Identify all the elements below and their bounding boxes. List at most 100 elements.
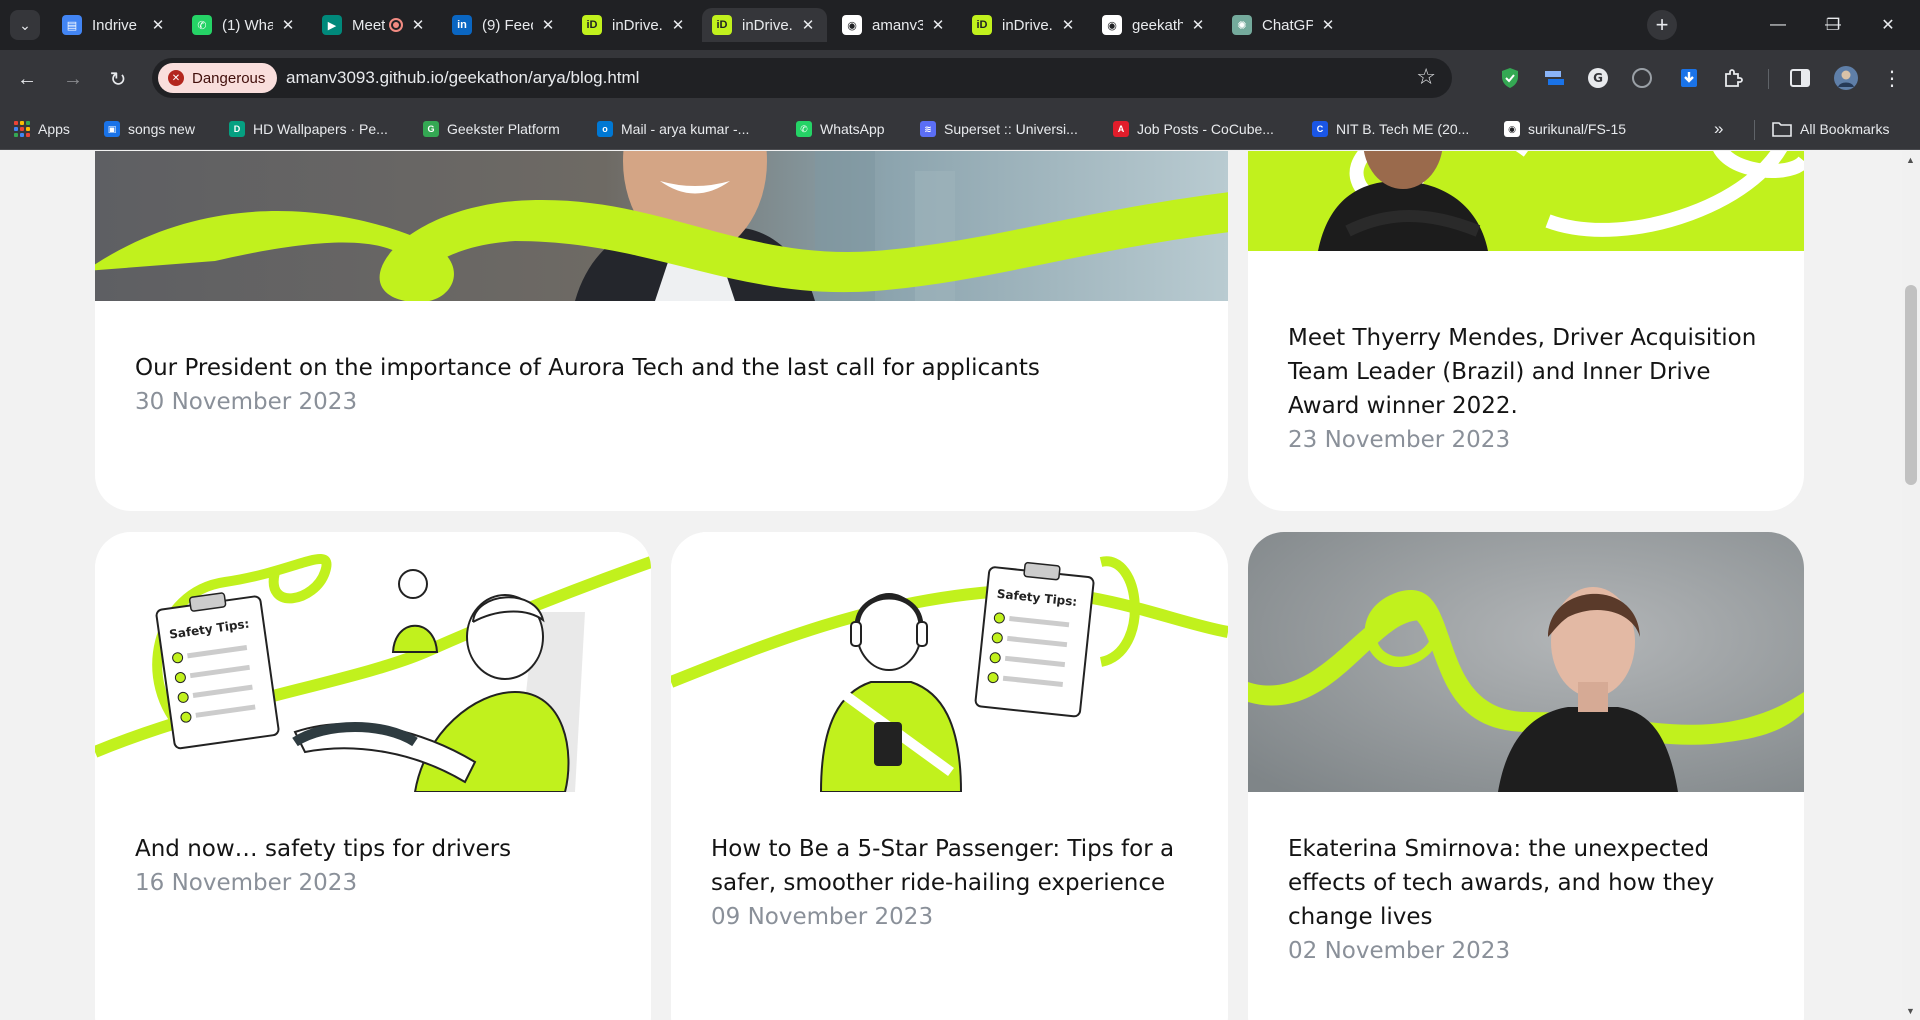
github-icon: ◉ [842, 15, 862, 35]
passenger-safety-illustration: Safety Tips: [671, 532, 1228, 792]
bookmark-label: Apps [38, 121, 70, 137]
tab-10[interactable]: ✺ ChatGPT ✕ [1222, 8, 1347, 42]
blog-title[interactable]: Ekaterina Smirnova: the unexpected effec… [1288, 836, 1714, 930]
bookmark-item[interactable]: C NIT B. Tech ME (20... [1312, 119, 1469, 139]
tab-7[interactable]: ◉ amanv3093 ✕ [832, 8, 957, 42]
tab-close-icon[interactable]: ✕ [1059, 16, 1077, 34]
tab-search-button[interactable]: ⌄ [10, 10, 40, 40]
blog-card-text: Ekaterina Smirnova: the unexpected effec… [1288, 832, 1764, 968]
reload-button[interactable]: ↻ [103, 64, 133, 94]
all-bookmarks-button[interactable]: All Bookmarks [1772, 119, 1889, 139]
forward-button[interactable]: → [58, 64, 88, 94]
blog-card[interactable]: Our President on the importance of Auror… [95, 151, 1228, 511]
tab-close-icon[interactable]: ✕ [1189, 16, 1207, 34]
compass-extension-icon[interactable] [1629, 65, 1655, 91]
tab-3[interactable]: ▶ Meet - ✕ [312, 8, 437, 42]
bookmarks-overflow-button[interactable]: » [1714, 119, 1723, 139]
tab-close-icon[interactable]: ✕ [669, 16, 687, 34]
tab-title: (1) WhatsApp [222, 16, 273, 34]
profile-avatar[interactable] [1833, 65, 1859, 91]
puzzle-extensions-icon[interactable] [1720, 65, 1746, 91]
grammarly-extension-icon[interactable]: G [1585, 65, 1611, 91]
geekster-icon: G [423, 121, 439, 137]
back-button[interactable]: ← [12, 64, 42, 94]
download-icon[interactable] [1676, 65, 1702, 91]
tab-2[interactable]: ✆ (1) WhatsApp ✕ [182, 8, 307, 42]
chegg-c-icon: C [1312, 121, 1328, 137]
bookmark-label: Geekster Platform [447, 121, 560, 137]
security-warning-chip[interactable]: ✕ Dangerous [158, 63, 278, 93]
bookmark-item[interactable]: D HD Wallpapers · Pe... [229, 119, 388, 139]
indrive-icon: iD [972, 15, 992, 35]
tab-title: amanv3093 [872, 16, 923, 34]
address-bar[interactable]: ✕ Dangerous amanv3093.github.io/geekatho… [152, 58, 1452, 98]
bookmark-item[interactable]: G Geekster Platform [423, 119, 560, 139]
bookmark-item[interactable]: ◉ surikunal/FS-15 [1504, 119, 1626, 139]
page-scrollbar[interactable]: ▲ ▼ [1902, 151, 1920, 1020]
tab-close-icon[interactable]: ✕ [1319, 16, 1337, 34]
tab-5[interactable]: iD inDrive. Official ✕ [572, 8, 697, 42]
svg-text:G: G [1593, 71, 1603, 85]
security-label: Dangerous [192, 69, 266, 87]
blog-title[interactable]: And now… safety tips for drivers [135, 836, 511, 862]
wallpapers-bookmark-icon: D [229, 121, 245, 137]
tab-8[interactable]: iD inDrive. Official ✕ [962, 8, 1087, 42]
scroll-down-arrow[interactable]: ▼ [1906, 1006, 1915, 1016]
google-meet-icon: ▶ [322, 15, 342, 35]
github-icon: ◉ [1102, 15, 1122, 35]
scroll-up-arrow[interactable]: ▲ [1906, 155, 1915, 165]
danger-icon: ✕ [168, 70, 184, 86]
blog-card-text: And now… safety tips for drivers 16 Nove… [135, 832, 611, 900]
tab-strip: ⌄ ▤ Indrive ✕ ✆ (1) WhatsApp ✕ ▶ Meet - ✕ in (9) F… [0, 0, 1920, 50]
tab-close-icon[interactable]: ✕ [149, 16, 167, 34]
apps-grid-icon [14, 121, 30, 137]
all-bookmarks-label: All Bookmarks [1800, 121, 1890, 137]
blog-card[interactable]: Safety Tips: And now… safety tips for dr… [95, 532, 651, 1020]
bookmark-item[interactable]: o Mail - arya kumar -... [597, 119, 749, 139]
tab-6[interactable]: iD inDrive. Official ✕ [702, 8, 827, 42]
tab-close-icon[interactable]: ✕ [409, 16, 427, 34]
new-tab-button[interactable]: + [1647, 10, 1677, 40]
layers-extension-icon[interactable] [1541, 65, 1567, 91]
indrive-icon: iD [712, 15, 732, 35]
blog-date: 16 November 2023 [135, 870, 358, 896]
blog-title[interactable]: Meet Thyerry Mendes, Driver Acquisition … [1288, 325, 1756, 419]
tab-close-icon[interactable]: ✕ [799, 16, 817, 34]
tab-4[interactable]: in (9) Feed | LinkedIn ✕ [442, 8, 567, 42]
bookmark-star-icon[interactable]: ☆ [1416, 64, 1436, 90]
aon-icon: A [1113, 121, 1129, 137]
browser-toolbar: ← → ↻ ✕ Dangerous amanv3093.github.io/ge… [0, 50, 1920, 108]
shield-extension-icon[interactable] [1497, 65, 1523, 91]
tab-1[interactable]: ▤ Indrive ✕ [52, 8, 177, 42]
maximize-button[interactable]: ❐ [1815, 10, 1851, 40]
browser-menu-button[interactable]: ⋮ [1879, 65, 1905, 91]
window-close-button[interactable]: ✕ [1870, 10, 1906, 40]
blog-date: 09 November 2023 [711, 904, 934, 930]
tab-close-icon[interactable]: ✕ [279, 16, 297, 34]
blog-card-text: Our President on the importance of Auror… [135, 351, 1188, 419]
blog-card[interactable]: Meet Thyerry Mendes, Driver Acquisition … [1248, 151, 1804, 511]
blog-card[interactable]: Ekaterina Smirnova: the unexpected effec… [1248, 532, 1804, 1020]
scroll-thumb[interactable] [1905, 285, 1917, 485]
tab-close-icon[interactable]: ✕ [539, 16, 557, 34]
blog-title[interactable]: Our President on the importance of Auror… [135, 355, 1040, 381]
tab-title: inDrive. Official [742, 16, 793, 34]
bookmark-label: songs new [128, 121, 195, 137]
bookmark-item[interactable]: ≋ Superset :: Universi... [920, 119, 1078, 139]
tab-close-icon[interactable]: ✕ [929, 16, 947, 34]
bookmark-item[interactable]: Apps [14, 119, 70, 139]
bookmark-label: WhatsApp [820, 121, 885, 137]
side-panel-icon[interactable] [1787, 65, 1813, 91]
bookmark-label: Superset :: Universi... [944, 121, 1078, 137]
linkedin-icon: in [452, 15, 472, 35]
blog-card[interactable]: Safety Tips: How to Be a 5-Star Passenge… [671, 532, 1228, 1020]
bookmark-item[interactable]: ✆ WhatsApp [796, 119, 885, 139]
tab-title: (9) Feed | LinkedIn [482, 16, 533, 34]
tab-9[interactable]: ◉ geekathon ✕ [1092, 8, 1217, 42]
url-text[interactable]: amanv3093.github.io/geekathon/arya/blog.… [286, 68, 639, 88]
minimize-button[interactable]: — [1760, 10, 1796, 40]
bookmark-item[interactable]: A Job Posts - CoCube... [1113, 119, 1274, 139]
bookmark-item[interactable]: ▣ songs new [104, 119, 195, 139]
tab-title: Indrive [92, 16, 138, 34]
blog-title[interactable]: How to Be a 5-Star Passenger: Tips for a… [711, 836, 1174, 896]
